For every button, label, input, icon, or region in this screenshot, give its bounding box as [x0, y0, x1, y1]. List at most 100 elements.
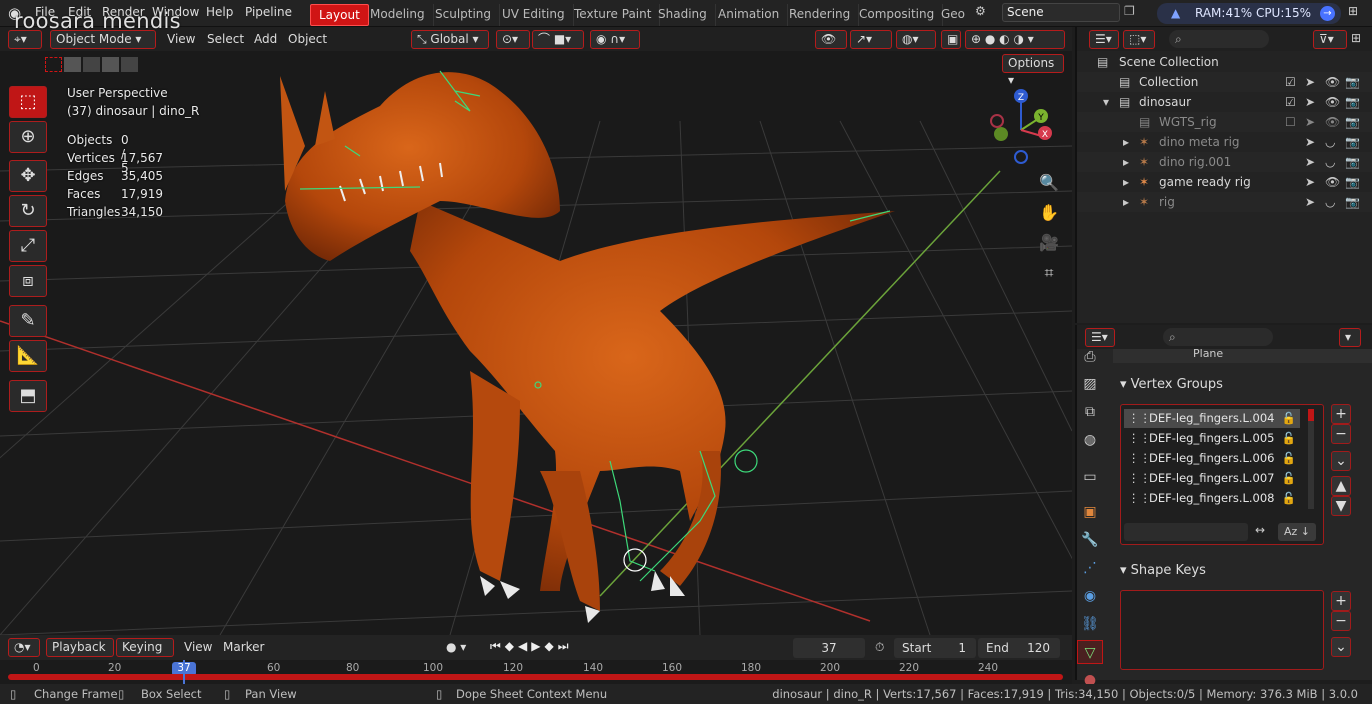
sort-az-icon[interactable]: Az ↓: [1278, 523, 1316, 541]
lock-icon[interactable]: 🔓: [1282, 489, 1296, 508]
shading-modes[interactable]: ⊕ ● ◐ ◑ ▾: [965, 30, 1065, 49]
select-arrow-icon[interactable]: ➤: [1305, 112, 1315, 132]
timeline-ruler[interactable]: 0 20 37 60 80 100 120 140 160 180 200 22…: [0, 660, 1072, 684]
tab-animation[interactable]: Animation: [710, 4, 789, 26]
select-arrow-icon[interactable]: ➤: [1305, 152, 1315, 172]
scrollbar-thumb[interactable]: [1308, 409, 1314, 421]
expand-arrow-icon[interactable]: ▸: [1123, 132, 1129, 152]
options-button[interactable]: Options ▾: [1002, 54, 1064, 87]
proportional-edit[interactable]: ◉ ∩▾: [590, 30, 640, 49]
menu-pipeline[interactable]: Pipeline: [245, 5, 292, 19]
render-props-icon[interactable]: ⎙: [1077, 345, 1103, 369]
filter-icon[interactable]: ⊽▾: [1313, 30, 1347, 49]
eye-closed-icon[interactable]: ◡: [1325, 152, 1335, 172]
timeline-editor-type[interactable]: ◔▾: [8, 638, 40, 657]
move-tool[interactable]: ✥: [9, 160, 47, 192]
lock-icon[interactable]: 🔓: [1282, 429, 1296, 448]
outliner-search-icon[interactable]: ⌕: [1169, 30, 1269, 48]
physics-icon[interactable]: ◉: [1077, 584, 1103, 608]
eye-closed-icon[interactable]: ◡: [1325, 132, 1335, 152]
menu-add[interactable]: Add: [254, 32, 277, 46]
shape-keys-title[interactable]: ▾ Shape Keys: [1120, 563, 1206, 578]
rotate-tool[interactable]: ↻: [9, 195, 47, 227]
camera-icon[interactable]: 🎥: [1037, 231, 1061, 255]
record-icon[interactable]: ● ▾: [446, 640, 466, 654]
select-arrow-icon[interactable]: ➤: [1305, 192, 1315, 212]
menu-view[interactable]: View: [167, 32, 195, 46]
tab-layout[interactable]: Layout: [310, 4, 369, 26]
arrow-right-icon[interactable]: →: [1320, 6, 1335, 21]
outliner-row-game-ready-rig[interactable]: ▸ ✶ game ready rig ➤ 👁 📷: [1077, 172, 1372, 192]
checkbox-icon[interactable]: ☑: [1285, 72, 1296, 92]
swap-arrows-icon[interactable]: ↔: [1250, 523, 1270, 541]
vertex-group-item[interactable]: ⋮⋮ DEF-leg_fingers.L.005 🔓: [1124, 429, 1300, 448]
render-camera-icon[interactable]: 📷: [1345, 192, 1360, 212]
annotate-tool[interactable]: ✎: [9, 305, 47, 337]
expand-arrow-icon[interactable]: ▸: [1123, 152, 1129, 172]
outliner-row-wgts-rig[interactable]: ▤ WGTS_rig ☐ ➤ 👁 📷: [1077, 112, 1372, 132]
visibility-select[interactable]: 👁▾: [815, 30, 847, 63]
shape-keys-list[interactable]: [1120, 590, 1324, 670]
scene-field[interactable]: Scene: [1002, 3, 1120, 22]
expand-arrow-icon[interactable]: ▸: [1123, 172, 1129, 192]
copy-icon[interactable]: ❐: [1124, 4, 1135, 18]
vertex-groups-title[interactable]: ▾ Vertex Groups: [1120, 377, 1223, 392]
render-camera-icon[interactable]: 📷: [1345, 172, 1360, 192]
remove-vertex-group-button[interactable]: −: [1331, 424, 1351, 444]
start-frame-field[interactable]: Start 1: [894, 638, 976, 658]
vertex-group-specials-button[interactable]: ⌄: [1331, 451, 1351, 471]
gizmo-toggle[interactable]: ↗▾: [850, 30, 892, 49]
cursor-tool[interactable]: ⊕: [9, 121, 47, 153]
vertex-group-item[interactable]: ⋮⋮ DEF-leg_fingers.L.004 🔓: [1124, 409, 1300, 428]
menu-object[interactable]: Object: [288, 32, 327, 46]
outliner-row-dinosaur[interactable]: ▾ ▤ dinosaur ☑ ➤ 👁 📷: [1077, 92, 1372, 112]
particles-icon[interactable]: ⋰: [1077, 556, 1103, 580]
eye-icon[interactable]: 👁: [1325, 172, 1340, 192]
keying-menu[interactable]: Keying ▾: [116, 638, 174, 671]
expand-arrow-icon[interactable]: ▾: [1103, 92, 1109, 112]
outliner-editor-type[interactable]: ☰▾: [1089, 30, 1119, 49]
properties-search-icon[interactable]: ⌕: [1163, 328, 1273, 346]
select-box-tool[interactable]: ⬚: [9, 86, 47, 118]
zoom-icon[interactable]: 🔍: [1037, 171, 1061, 195]
render-camera-icon[interactable]: 📷: [1345, 132, 1360, 152]
overlay-toggle[interactable]: ◍▾: [896, 30, 936, 49]
timeline-scrollbar[interactable]: [8, 674, 1063, 680]
add-shape-key-button[interactable]: +: [1331, 591, 1351, 611]
scale-tool[interactable]: ⤢: [9, 230, 47, 262]
select-intersect-icon[interactable]: [121, 57, 138, 72]
expand-arrow-icon[interactable]: ▸: [1123, 192, 1129, 212]
outliner-row-collection[interactable]: ▤ Collection ☑ ➤ 👁 📷: [1077, 72, 1372, 92]
playback-menu[interactable]: Playback ▾: [46, 638, 114, 671]
remove-shape-key-button[interactable]: −: [1331, 611, 1351, 631]
outliner-row-rig[interactable]: ▸ ✶ rig ➤ ◡ 📷: [1077, 192, 1372, 212]
navigation-gizmo[interactable]: Z Y X: [985, 85, 1060, 165]
pan-hand-icon[interactable]: ✋: [1037, 201, 1061, 225]
pivot-select[interactable]: ⊙▾: [496, 30, 530, 49]
xray-toggle[interactable]: ▣: [941, 30, 961, 49]
render-camera-icon[interactable]: 📷: [1345, 72, 1360, 92]
move-up-button[interactable]: ▲: [1331, 476, 1351, 496]
render-camera-icon[interactable]: 📷: [1345, 92, 1360, 112]
select-arrow-icon[interactable]: ➤: [1305, 92, 1315, 112]
eye-icon[interactable]: 👁: [1325, 92, 1340, 112]
menu-select[interactable]: Select: [207, 32, 244, 46]
dinosaur-mesh[interactable]: [280, 72, 895, 623]
marker-menu[interactable]: Marker: [223, 640, 264, 654]
eye-icon[interactable]: 👁: [1325, 72, 1340, 92]
scene-icon[interactable]: ⚙: [975, 4, 986, 18]
scene-props-icon[interactable]: ◍: [1077, 428, 1103, 452]
eye-icon[interactable]: 👁: [1325, 112, 1340, 132]
render-camera-icon[interactable]: 📷: [1345, 112, 1360, 132]
collection-props-icon[interactable]: ▭: [1077, 465, 1103, 489]
new-collection-icon[interactable]: ⊞: [1351, 31, 1361, 45]
modifier-wrench-icon[interactable]: 🔧: [1077, 528, 1103, 552]
render-camera-icon[interactable]: 📷: [1345, 152, 1360, 172]
outliner-row-scene-collection[interactable]: ▤ Scene Collection: [1077, 52, 1372, 72]
menu-help[interactable]: Help: [206, 5, 233, 19]
playback-controls[interactable]: ⏮◆◀▶◆⏭: [490, 639, 573, 654]
vertex-group-item[interactable]: ⋮⋮ DEF-leg_fingers.L.007 🔓: [1124, 469, 1300, 488]
vertex-group-item[interactable]: ⋮⋮ DEF-leg_fingers.L.006 🔓: [1124, 449, 1300, 468]
end-frame-field[interactable]: End 120: [978, 638, 1060, 658]
grid-view-icon[interactable]: ⌗: [1037, 261, 1061, 285]
